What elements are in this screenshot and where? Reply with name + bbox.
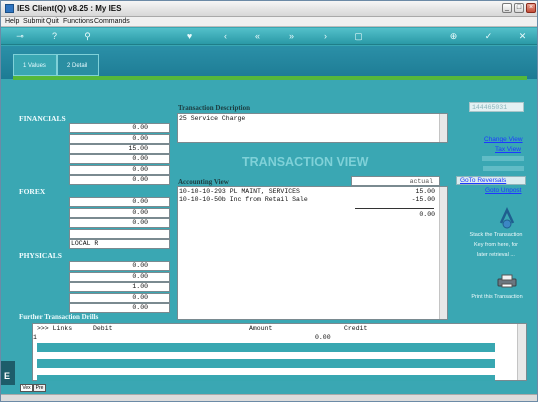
app-window: IES Client(Q) v8.25 : My IES _ □ × Help … bbox=[0, 0, 538, 402]
close-icon[interactable]: ✕ bbox=[517, 31, 528, 42]
financials-field-2[interactable]: 0.00 bbox=[69, 134, 170, 144]
key-icon[interactable]: ⊸ bbox=[11, 31, 29, 42]
menu-quit[interactable]: Quit bbox=[46, 18, 59, 25]
drills-grid: >>> Links Debit Amount Credit 1 0.00 bbox=[32, 323, 527, 381]
accounting-mode-value: actual bbox=[409, 178, 433, 185]
drills-header-debit: Debit bbox=[93, 325, 113, 332]
tab-values[interactable]: 1 Values bbox=[13, 54, 57, 76]
physicals-field-4[interactable]: 0.00 bbox=[69, 293, 170, 303]
drills-row-2[interactable] bbox=[37, 343, 495, 352]
active-tab-bar bbox=[13, 76, 527, 80]
forex-currency-field[interactable]: LOCAL R bbox=[69, 239, 170, 249]
tab-values-label: 1 Values bbox=[23, 63, 46, 69]
goto-reversals-label: GoTo Reversals bbox=[460, 177, 507, 184]
title-bar: IES Client(Q) v8.25 : My IES _ □ × bbox=[1, 1, 537, 17]
status-bar bbox=[1, 394, 537, 401]
reference-field: 144465031 bbox=[469, 102, 524, 112]
print-note: Print this Transaction bbox=[471, 294, 523, 300]
bottom-tab-pre[interactable]: Pre bbox=[33, 384, 46, 392]
stack-icon[interactable] bbox=[498, 207, 516, 229]
financials-field-4[interactable]: 0.00 bbox=[69, 154, 170, 164]
toolbar: ⊸ ? ⚲ ♥ ‹ « » › ▢ ⊕ ✓ ✕ bbox=[1, 28, 537, 45]
side-widget: E bbox=[1, 361, 15, 385]
forex-field-2[interactable]: 0.00 bbox=[69, 208, 170, 218]
stack-note-2: Key from here, for bbox=[473, 242, 519, 248]
menu-help[interactable]: Help bbox=[5, 18, 19, 25]
forex-field-3[interactable]: 0.00 bbox=[69, 218, 170, 228]
accounting-line-1-account: 10-10-10-293 PL MAINT, SERVICES bbox=[179, 188, 300, 195]
drills-row-4[interactable] bbox=[37, 375, 495, 381]
transaction-view-title: TRANSACTION VIEW bbox=[242, 155, 369, 169]
app-icon bbox=[5, 4, 14, 13]
accounting-line-2-account: 10-10-10-50b Inc from Retail Sale bbox=[179, 196, 308, 203]
minimize-button[interactable]: _ bbox=[502, 3, 512, 13]
menu-functions[interactable]: Functions bbox=[63, 18, 93, 25]
ok-icon[interactable]: ✓ bbox=[483, 31, 494, 42]
new-icon[interactable]: ⊕ bbox=[448, 31, 459, 42]
drills-header-credit: Credit bbox=[344, 325, 368, 332]
accounting-line-1-amount: 15.00 bbox=[415, 188, 435, 195]
heart-icon[interactable]: ♥ bbox=[184, 31, 195, 42]
side-widget-letter: E bbox=[4, 371, 11, 381]
accounting-lines-box: 10-10-10-293 PL MAINT, SERVICES 15.00 10… bbox=[177, 186, 448, 320]
description-scrollbar[interactable] bbox=[439, 114, 447, 142]
accounting-view-label: Accounting View bbox=[178, 178, 229, 186]
drills-heading: Further Transaction Drills bbox=[19, 313, 99, 321]
total-rule bbox=[355, 208, 434, 209]
forex-heading: FOREX bbox=[19, 187, 46, 196]
stack-note-3: later retrieval ... bbox=[477, 252, 515, 258]
drills-header-amount: Amount bbox=[249, 325, 273, 332]
menu-bar: Help Submit Quit Functions Commands bbox=[1, 17, 537, 27]
transaction-description-text: 25 Service Charge bbox=[179, 115, 246, 122]
window-title: IES Client(Q) v8.25 : My IES bbox=[17, 4, 122, 13]
accounting-total: 0.00 bbox=[419, 211, 435, 218]
physicals-field-3[interactable]: 1.00 bbox=[69, 282, 170, 292]
bottom-tab-vex[interactable]: Vex bbox=[20, 384, 33, 392]
physicals-heading: PHYSICALS bbox=[19, 251, 62, 260]
filter-icon[interactable]: ▢ bbox=[353, 31, 364, 42]
maximize-button[interactable]: □ bbox=[514, 3, 524, 13]
tax-view-link[interactable]: Tax View bbox=[495, 146, 521, 153]
financials-field-5[interactable]: 0.00 bbox=[69, 165, 170, 175]
help-icon[interactable]: ? bbox=[49, 31, 60, 42]
physicals-field-5[interactable]: 0.00 bbox=[69, 303, 170, 313]
goto-reversals-button[interactable]: GoTo Reversals bbox=[456, 176, 526, 185]
ghost-link bbox=[482, 156, 524, 161]
drills-header-links: >>> Links bbox=[37, 325, 73, 332]
print-icon[interactable] bbox=[497, 274, 517, 288]
last-icon[interactable]: » bbox=[286, 31, 297, 42]
drills-row-3[interactable] bbox=[37, 359, 495, 368]
drills-scrollbar[interactable] bbox=[517, 324, 526, 380]
stack-note-1: Stack the Transaction bbox=[469, 232, 523, 238]
forex-field-4[interactable] bbox=[69, 229, 170, 239]
accounting-mode-field[interactable]: actual bbox=[351, 176, 440, 186]
reference-value: 144465031 bbox=[472, 104, 508, 111]
tab-strip: 1 Values 2 Detail bbox=[1, 46, 537, 79]
change-view-link[interactable]: Change View bbox=[484, 136, 523, 143]
transaction-description-box[interactable]: 25 Service Charge bbox=[177, 113, 448, 143]
goto-unpost-link[interactable]: Goto Unpost bbox=[485, 187, 522, 194]
accounting-line-2-amount: -15.00 bbox=[411, 196, 435, 203]
close-window-button[interactable]: × bbox=[526, 3, 536, 13]
ghost-link-2 bbox=[483, 166, 524, 171]
physicals-field-2[interactable]: 0.00 bbox=[69, 272, 170, 282]
drills-row-1-amount: 0.00 bbox=[315, 334, 331, 341]
menu-submit[interactable]: Submit bbox=[23, 18, 45, 25]
financials-field-3[interactable]: 15.00 bbox=[69, 144, 170, 154]
search-icon[interactable]: ⚲ bbox=[82, 31, 93, 42]
next-icon[interactable]: › bbox=[320, 31, 331, 42]
prev-icon[interactable]: ‹ bbox=[220, 31, 231, 42]
menu-commands[interactable]: Commands bbox=[94, 18, 130, 25]
forex-field-1[interactable]: 0.00 bbox=[69, 197, 170, 207]
accounting-scrollbar[interactable] bbox=[439, 187, 447, 319]
first-icon[interactable]: « bbox=[252, 31, 263, 42]
financials-field-1[interactable]: 0.00 bbox=[69, 123, 170, 133]
financials-heading: FINANCIALS bbox=[19, 114, 66, 123]
tab-detail-label: 2 Detail bbox=[67, 63, 88, 69]
tab-detail[interactable]: 2 Detail bbox=[57, 54, 99, 76]
physicals-field-1[interactable]: 0.00 bbox=[69, 261, 170, 271]
transaction-description-label: Transaction Description bbox=[178, 104, 251, 112]
financials-field-6[interactable]: 0.00 bbox=[69, 175, 170, 185]
drills-row-1-number: 1 bbox=[33, 334, 37, 341]
